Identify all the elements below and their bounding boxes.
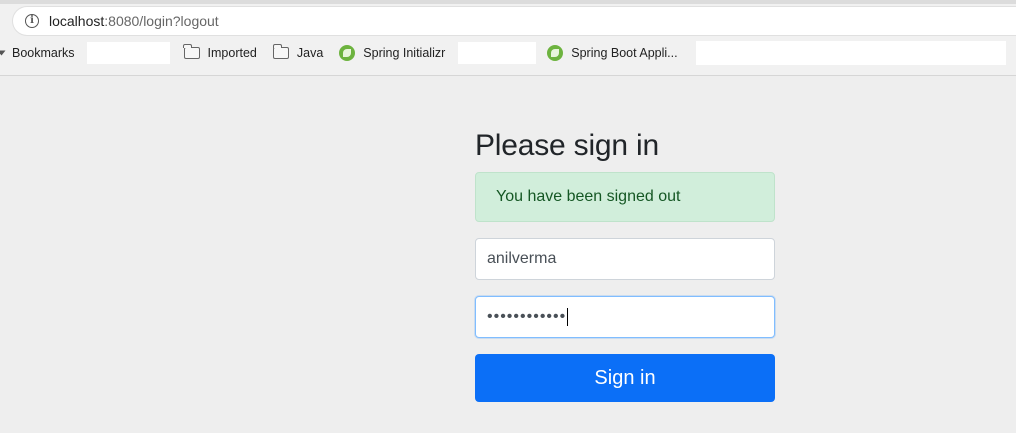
bookmark-imported[interactable]: Imported <box>183 44 257 60</box>
folder-icon <box>183 44 200 59</box>
page-title: Please sign in <box>475 129 659 162</box>
blank-bookmark[interactable] <box>695 41 1006 65</box>
bookmark-spring-initializr[interactable]: Spring Initializr <box>339 45 445 61</box>
password-mask: •••••••••••• <box>487 308 567 325</box>
password-input[interactable]: •••••••••••• <box>475 296 775 338</box>
bookmark-spring-boot-app[interactable]: Spring Boot Appli... <box>547 45 678 61</box>
bookmark-java[interactable]: Java <box>272 44 324 60</box>
chevron-down-icon[interactable] <box>0 50 6 56</box>
bookmark-label: Imported <box>207 46 257 60</box>
spring-icon <box>339 45 356 61</box>
url-path: :8080/login?logout <box>104 13 219 29</box>
signed-out-alert: You have been signed out <box>475 172 775 222</box>
info-icon[interactable]: i <box>25 14 39 28</box>
folder-icon <box>272 44 289 59</box>
text-caret <box>567 308 569 326</box>
tab-strip <box>0 0 1016 4</box>
bookmark-label: Spring Boot Appli... <box>571 46 678 60</box>
username-input[interactable] <box>475 238 775 280</box>
spring-icon <box>547 45 564 61</box>
bookmarks-menu[interactable]: Bookmarks <box>12 46 75 60</box>
blank-bookmark[interactable] <box>86 42 170 64</box>
sign-in-button[interactable]: Sign in <box>475 354 775 402</box>
browser-chrome: i localhost:8080/login?logout Bookmarks … <box>0 0 1016 76</box>
login-form: Please sign in You have been signed out … <box>475 126 775 402</box>
address-bar[interactable]: i localhost:8080/login?logout <box>12 6 1016 36</box>
bookmark-label: Java <box>296 46 324 60</box>
bookmarks-bar: Bookmarks Imported Java Spring Initializ… <box>0 40 1016 66</box>
url-host: localhost <box>49 13 105 29</box>
blank-bookmark[interactable] <box>458 42 537 64</box>
bookmark-label: Spring Initializr <box>363 46 446 60</box>
